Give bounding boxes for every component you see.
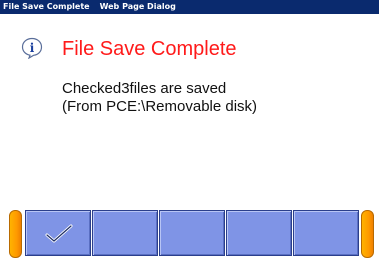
info-icon: i	[21, 37, 43, 59]
toolbar-button-5[interactable]	[293, 210, 359, 256]
dialog-headline: File Save Complete	[62, 38, 237, 60]
toolbar-button-2[interactable]	[92, 210, 158, 256]
message-line-2: (From PCE:\Removable disk)	[62, 98, 258, 115]
checkmark-icon	[45, 224, 73, 243]
ok-button[interactable]	[25, 210, 91, 256]
toolbar-button-4[interactable]	[226, 210, 292, 256]
toolbar-right-cap	[361, 210, 374, 258]
toolbar-button-3[interactable]	[159, 210, 225, 256]
toolbar-left-cap	[9, 210, 22, 258]
dialog-window: File Save Complete Web Page Dialog i File…	[0, 0, 379, 262]
window-subtitle: Web Page Dialog	[99, 2, 176, 11]
title-bar: File Save Complete Web Page Dialog	[0, 0, 379, 14]
window-title: File Save Complete	[3, 2, 90, 11]
bottom-toolbar	[0, 207, 379, 262]
svg-text:i: i	[30, 41, 35, 55]
message-line-1: Checked3files are saved	[62, 80, 227, 97]
